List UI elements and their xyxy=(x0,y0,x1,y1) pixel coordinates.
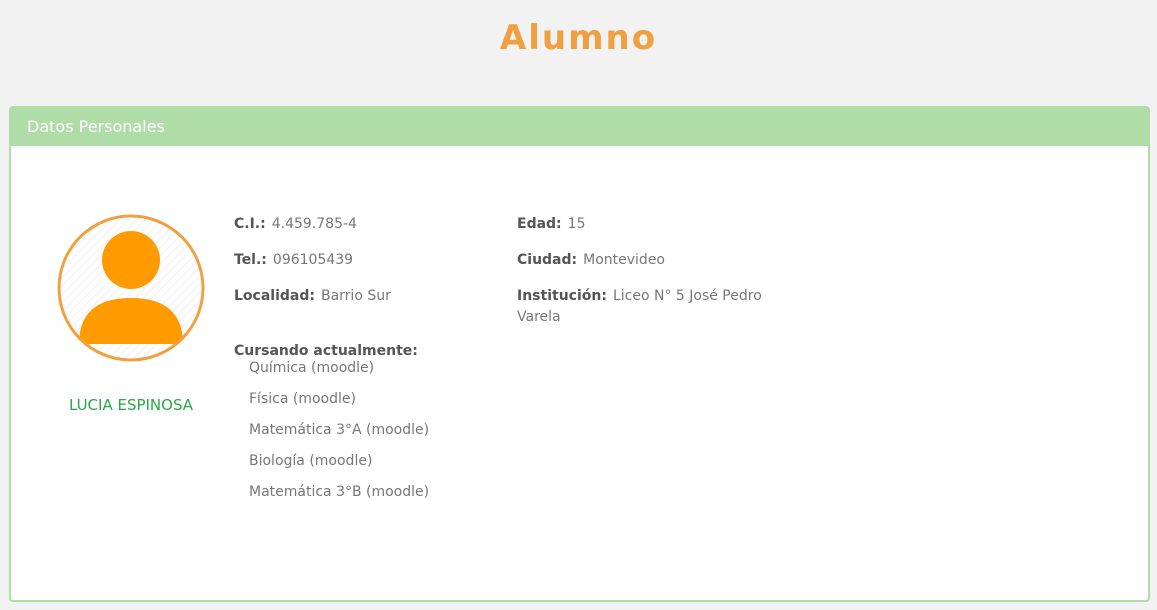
panel-header: Datos Personales xyxy=(11,108,1148,146)
localidad-value: Barrio Sur xyxy=(320,288,391,304)
localidad-label: Localidad: xyxy=(234,288,315,304)
course-item-matematica-3b[interactable]: Matemática 3°B (moodle) xyxy=(249,477,429,508)
ci-label: C.I.: xyxy=(234,216,266,232)
personal-data-panel: Datos Personales LUCIA ESPINOSA C.I.: 4.4… xyxy=(9,106,1150,602)
tel-label: Tel.: xyxy=(234,252,267,268)
edad-label: Edad: xyxy=(517,216,562,232)
ciudad-label: Ciudad: xyxy=(517,252,578,268)
tel-field: Tel.: 096105439 xyxy=(234,250,353,271)
institucion-field: Institución: Liceo N° 5 José Pedro Varela xyxy=(517,286,767,328)
edad-value: 15 xyxy=(567,216,586,232)
course-item-matematica-3a[interactable]: Matemática 3°A (moodle) xyxy=(249,415,429,446)
tel-value: 096105439 xyxy=(272,252,354,268)
courses-section: Cursando actualmente: Química (moodle) F… xyxy=(234,343,429,508)
ci-value: 4.459.785-4 xyxy=(271,216,357,232)
user-avatar-icon xyxy=(57,214,205,362)
institucion-label: Institución: xyxy=(517,288,607,304)
course-item-biologia[interactable]: Biología (moodle) xyxy=(249,446,429,477)
course-item-fisica[interactable]: Física (moodle) xyxy=(249,384,429,415)
page-title: Alumno xyxy=(499,18,658,58)
student-name: LUCIA ESPINOSA xyxy=(68,396,194,414)
ciudad-field: Ciudad: Montevideo xyxy=(517,250,665,271)
localidad-field: Localidad: Barrio Sur xyxy=(234,286,391,307)
course-list: Química (moodle) Física (moodle) Matemát… xyxy=(234,353,429,508)
ciudad-value: Montevideo xyxy=(583,252,666,268)
ci-field: C.I.: 4.459.785-4 xyxy=(234,214,357,235)
edad-field: Edad: 15 xyxy=(517,214,585,235)
